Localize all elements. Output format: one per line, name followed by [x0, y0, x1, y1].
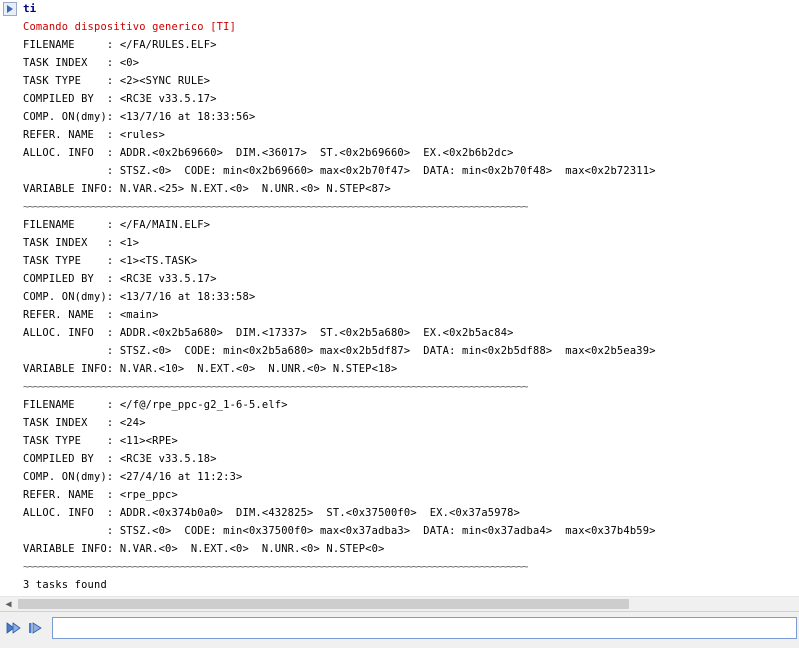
output-line: ALLOC. INFO : ADDR.<0x2b5a680> DIM.<1733… [23, 327, 514, 339]
output-line: FILENAME : </FA/MAIN.ELF> [23, 219, 211, 231]
execute-step-icon[interactable] [27, 620, 43, 636]
output-line: REFER. NAME : <rules> [23, 129, 166, 141]
output-gutter [0, 0, 20, 596]
output-line: FILENAME : </FA/RULES.ELF> [23, 39, 217, 51]
output-line: COMP. ON(dmy): <13/7/16 at 18:33:58> [23, 291, 256, 303]
console-output[interactable]: ti Comando dispositivo generico [TI] FILE… [0, 0, 799, 596]
output-line: TASK TYPE : <11><RPE> [23, 435, 178, 447]
output-lines: Comando dispositivo generico [TI] FILENAM… [23, 18, 656, 594]
output-line: : STSZ.<0> CODE: min<0x2b69660> max<0x2b… [23, 165, 656, 177]
separator-line: ~~~~~~~~~~~~~~~~~~~~~~~~~~~~~~~~~~~~~~~~… [23, 561, 529, 573]
command-arrow-icon [3, 2, 17, 16]
command-echo: ti [23, 2, 37, 15]
output-line: FILENAME : </f@/rpe_ppc-g2_1-6-5.elf> [23, 399, 288, 411]
output-line: TASK INDEX : <24> [23, 417, 146, 429]
output-line: : STSZ.<0> CODE: min<0x2b5a680> max<0x2b… [23, 345, 656, 357]
output-line: TASK TYPE : <2><SYNC RULE> [23, 75, 211, 87]
output-line: COMP. ON(dmy): <27/4/16 at 11:2:3> [23, 471, 243, 483]
output-line: TASK INDEX : <1> [23, 237, 140, 249]
execute-icon[interactable] [5, 620, 21, 636]
scrollbar-thumb[interactable] [18, 599, 629, 609]
output-line: COMP. ON(dmy): <13/7/16 at 18:33:56> [23, 111, 256, 123]
output-line: VARIABLE INFO: N.VAR.<0> N.EXT.<0> N.UNR… [23, 543, 385, 555]
output-line: COMPILED BY : <RC3E v33.5.17> [23, 273, 217, 285]
separator-line: ~~~~~~~~~~~~~~~~~~~~~~~~~~~~~~~~~~~~~~~~… [23, 201, 529, 213]
command-title-line: Comando dispositivo generico [TI] [23, 21, 237, 33]
output-line: VARIABLE INFO: N.VAR.<25> N.EXT.<0> N.UN… [23, 183, 391, 195]
command-input-bar [0, 611, 799, 648]
output-line: TASK INDEX : <0> [23, 57, 140, 69]
output-line: TASK TYPE : <1><TS.TASK> [23, 255, 198, 267]
output-line: COMPILED BY : <RC3E v33.5.17> [23, 93, 217, 105]
output-line: 3 tasks found [23, 579, 107, 591]
scroll-left-arrow-icon[interactable]: ◀ [0, 597, 17, 611]
output-line: ALLOC. INFO : ADDR.<0x2b69660> DIM.<3601… [23, 147, 514, 159]
separator-line: ~~~~~~~~~~~~~~~~~~~~~~~~~~~~~~~~~~~~~~~~… [23, 381, 529, 393]
command-input[interactable] [52, 617, 797, 639]
horizontal-scrollbar[interactable]: ◀ [0, 596, 799, 611]
output-line: ALLOC. INFO : ADDR.<0x374b0a0> DIM.<4328… [23, 507, 521, 519]
output-line: REFER. NAME : <rpe_ppc> [23, 489, 178, 501]
output-line: REFER. NAME : <main> [23, 309, 159, 321]
output-line: COMPILED BY : <RC3E v33.5.18> [23, 453, 217, 465]
output-line: : STSZ.<0> CODE: min<0x37500f0> max<0x37… [23, 525, 656, 537]
output-line: VARIABLE INFO: N.VAR.<10> N.EXT.<0> N.UN… [23, 363, 398, 375]
